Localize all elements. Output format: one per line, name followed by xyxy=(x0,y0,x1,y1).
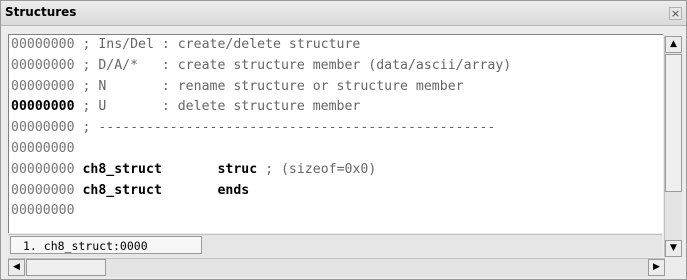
scroll-right-icon: ▶ xyxy=(653,262,660,272)
window-title: Structures xyxy=(5,5,77,19)
code-line[interactable]: 00000000 xyxy=(9,139,663,160)
code-line[interactable]: 00000000 xyxy=(9,201,663,222)
line-text: ; U : delete structure member xyxy=(74,99,361,115)
tab-ch8-struct[interactable]: 1. ch8_struct:0000 xyxy=(10,236,202,254)
code-line[interactable]: 00000000 ; D/A/* : create structure memb… xyxy=(9,56,663,77)
code-line[interactable]: 00000000 ; N : rename structure or struc… xyxy=(9,77,663,98)
horizontal-scroll-thumb[interactable] xyxy=(26,259,106,276)
scroll-down-icon: ▼ xyxy=(670,243,677,253)
line-address: 00000000 xyxy=(11,182,75,198)
line-text: ; Ins/Del : create/delete structure xyxy=(74,37,361,52)
title-bar[interactable]: Structures × xyxy=(1,1,686,26)
line-address: 00000000 xyxy=(11,120,75,136)
code-line[interactable]: 00000000 ; U : delete structure member xyxy=(9,97,663,118)
code-line[interactable]: 00000000 ; -----------------------------… xyxy=(9,118,663,139)
struc-keyword: struc xyxy=(217,161,258,177)
scroll-right-button[interactable]: ▶ xyxy=(648,259,665,276)
ends-keyword: ends xyxy=(217,182,250,198)
horizontal-scrollbar[interactable]: ◀ ▶ xyxy=(8,258,665,277)
line-address: 00000000 xyxy=(11,78,75,94)
close-icon: × xyxy=(670,7,681,20)
vertical-scroll-thumb[interactable] xyxy=(665,54,682,192)
scroll-down-button[interactable]: ▼ xyxy=(665,240,682,257)
scroll-left-button[interactable]: ◀ xyxy=(8,259,25,276)
line-text: ; D/A/* : create structure member (data/… xyxy=(74,57,512,73)
scroll-up-icon: ▲ xyxy=(670,39,677,49)
struct-name: ch8_struct xyxy=(82,182,162,198)
scroll-left-icon: ◀ xyxy=(13,262,20,272)
tab-bar: 1. ch8_struct:0000 xyxy=(8,234,662,257)
line-address: 00000000 xyxy=(11,140,75,156)
struct-name: ch8_struct xyxy=(82,161,162,177)
line-text: ; --------------------------------------… xyxy=(74,120,496,136)
struct-end-line[interactable]: 00000000 ch8_struct ends xyxy=(9,181,663,202)
struct-size-comment: ; (sizeof=0x0) xyxy=(257,161,377,177)
struct-definition-line[interactable]: 00000000 ch8_struct struc ; (sizeof=0x0) xyxy=(9,160,663,181)
code-line[interactable]: 00000000 ; Ins/Del : create/delete struc… xyxy=(9,35,663,56)
line-text: ; N : rename structure or structure memb… xyxy=(74,78,464,94)
structures-listing[interactable]: 00000000 ; Ins/Del : create/delete struc… xyxy=(8,34,663,233)
line-address-active: 00000000 xyxy=(11,99,75,115)
line-address: 00000000 xyxy=(11,57,75,73)
line-address: 00000000 xyxy=(11,161,75,177)
vertical-scrollbar[interactable]: ▲ ▼ xyxy=(664,36,682,257)
line-address: 00000000 xyxy=(11,37,75,52)
close-button[interactable]: × xyxy=(669,7,682,20)
line-address: 00000000 xyxy=(11,203,75,219)
scroll-up-button[interactable]: ▲ xyxy=(665,36,682,53)
